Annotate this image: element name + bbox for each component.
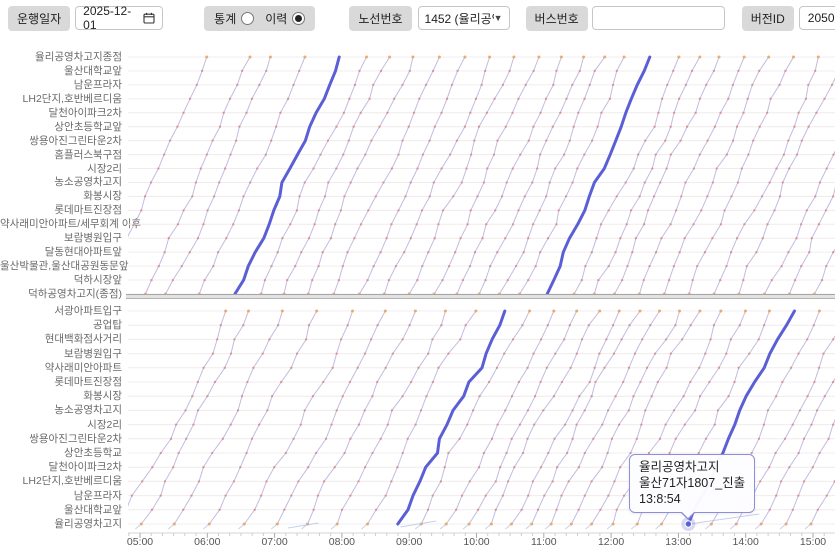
date-input[interactable]: 2025-12-01 (75, 6, 163, 30)
station-label: LH2단지,호반베르디움 (0, 475, 122, 488)
x-tick-label: 12:00 (590, 536, 632, 548)
trip-line[interactable] (808, 56, 835, 300)
trip-line[interactable] (353, 56, 466, 300)
tooltip-time: 13:8:54 (639, 491, 745, 507)
station-label: 홈플러스북구점 (0, 149, 122, 162)
x-tick-label: 14:00 (725, 536, 767, 548)
trip-line[interactable] (428, 56, 540, 300)
bus-label: 버스번호 (526, 6, 588, 31)
stats-radio-label: 통계 (214, 10, 236, 27)
x-tick-label: 09:00 (388, 536, 430, 548)
station-label: 롯데마트진장점 (0, 204, 122, 217)
x-tick-label: 07:00 (254, 536, 296, 548)
calendar-icon[interactable] (143, 12, 155, 24)
station-label: 남운프라자 (0, 490, 122, 503)
station-label: 덕하시장앞 (0, 274, 122, 287)
direction-divider (126, 294, 835, 299)
history-radio[interactable] (292, 12, 305, 25)
station-label: 보람병원입구 (0, 348, 122, 361)
diagram-chart: 율리공영차고지종점울산대학교앞남운프라자LH2단지,호반베르디움달천아이파크2차… (0, 40, 835, 558)
version-label: 버전ID (742, 6, 794, 31)
x-tick-label: 06:00 (186, 536, 228, 548)
trip-line[interactable] (733, 56, 835, 300)
tooltip-station: 율리공영차고지 (639, 459, 745, 475)
x-tick-label: 11:00 (523, 536, 565, 548)
station-label: 보람병원입구 (0, 232, 122, 245)
chevron-down-icon: ▼ (494, 13, 503, 23)
trip-line[interactable] (568, 56, 680, 300)
trip-line[interactable] (658, 56, 770, 300)
bus-number-input[interactable] (592, 6, 725, 30)
mode-radio-group: 통계 이력 (204, 6, 315, 31)
trip-line[interactable] (160, 56, 272, 300)
station-label: 남운프라자 (0, 79, 122, 92)
station-label: 쌍용아진그린타운2차 (0, 433, 122, 446)
station-label: LH2단지,호반베르디움 (0, 93, 122, 106)
station-label: 덕하공영차고지(종점) (0, 288, 122, 301)
bus-operation-diagram-app: 운행일자 2025-12-01 통계 이력 노선번호 1452 (율리공영차: … (0, 0, 835, 558)
trip-line[interactable] (783, 56, 835, 300)
station-label: 쌍용아진그린타운2차 (0, 135, 122, 148)
route-select[interactable]: 1452 (율리공영차: ▼ (418, 6, 510, 30)
stats-radio[interactable] (241, 12, 254, 25)
x-tick-label: 10:00 (456, 536, 498, 548)
x-tick-label: 13:00 (657, 536, 699, 548)
x-tick-label: 15:00 (792, 536, 834, 548)
station-label: 달동현대아파트앞 (0, 246, 122, 259)
station-label: 현대백화점사거리 (0, 333, 122, 346)
station-label: 달천아이파크2차 (0, 461, 122, 474)
station-label: 울산박물관,울산대공원동문앞 (0, 260, 122, 273)
tooltip: 율리공영차고지 울산71자1807_진출 13:8:54 (629, 454, 755, 513)
station-label: 울산대학교앞 (0, 65, 122, 78)
trip-line[interactable] (128, 56, 208, 300)
station-label: 율리공영차고지 (0, 518, 122, 531)
trip-line[interactable] (278, 56, 391, 300)
station-label: 율리공영차고지종점 (0, 51, 122, 64)
route-label: 노선번호 (349, 6, 411, 31)
x-tick-label: 05:00 (119, 536, 161, 548)
trip-line[interactable] (473, 56, 585, 300)
trip-line[interactable] (255, 56, 368, 300)
station-label: 달천아이파크2차 (0, 107, 122, 120)
station-label: 농소공영차고지 (0, 176, 122, 189)
station-label: 상안초등학교 (0, 447, 122, 460)
history-radio-label: 이력 (265, 10, 287, 27)
station-label: 시장2리 (0, 163, 122, 176)
version-input[interactable] (799, 6, 835, 30)
trip-line[interactable] (759, 56, 835, 300)
route-select-value: 1452 (율리공영차: (425, 10, 494, 27)
trip-line[interactable] (683, 56, 795, 300)
highlighted-trip-line[interactable] (547, 57, 650, 294)
trip-line[interactable] (451, 56, 563, 300)
station-label: 화봉시장 (0, 190, 122, 203)
station-label: 시장2리 (0, 419, 122, 432)
station-label: 상안초등학교앞 (0, 121, 122, 134)
date-label: 운행일자 (8, 6, 70, 31)
trip-line[interactable] (633, 56, 745, 300)
toolbar: 운행일자 2025-12-01 통계 이력 노선번호 1452 (율리공영차: … (0, 0, 835, 36)
station-label: 공업탑 (0, 319, 122, 332)
trip-line[interactable] (403, 56, 515, 300)
station-label: 서광아파트입구 (0, 305, 122, 318)
station-label: 롯데마트진장점 (0, 376, 122, 389)
station-label: 농소공영차고지 (0, 404, 122, 417)
station-label: 울산대학교앞 (0, 504, 122, 517)
trip-line[interactable] (588, 56, 701, 300)
trip-line[interactable] (139, 56, 251, 300)
highlighted-trip-line[interactable] (235, 57, 339, 294)
station-label: 약사래미안아파트 (0, 362, 122, 375)
station-label: 화봉시장 (0, 390, 122, 403)
x-tick-label: 08:00 (321, 536, 363, 548)
date-value: 2025-12-01 (83, 4, 143, 32)
tooltip-bus-id: 울산71자1807_진출 (639, 475, 745, 491)
station-label: 약사래미안아파트/세무회계 이후 (0, 218, 122, 231)
trip-line[interactable] (378, 56, 491, 300)
